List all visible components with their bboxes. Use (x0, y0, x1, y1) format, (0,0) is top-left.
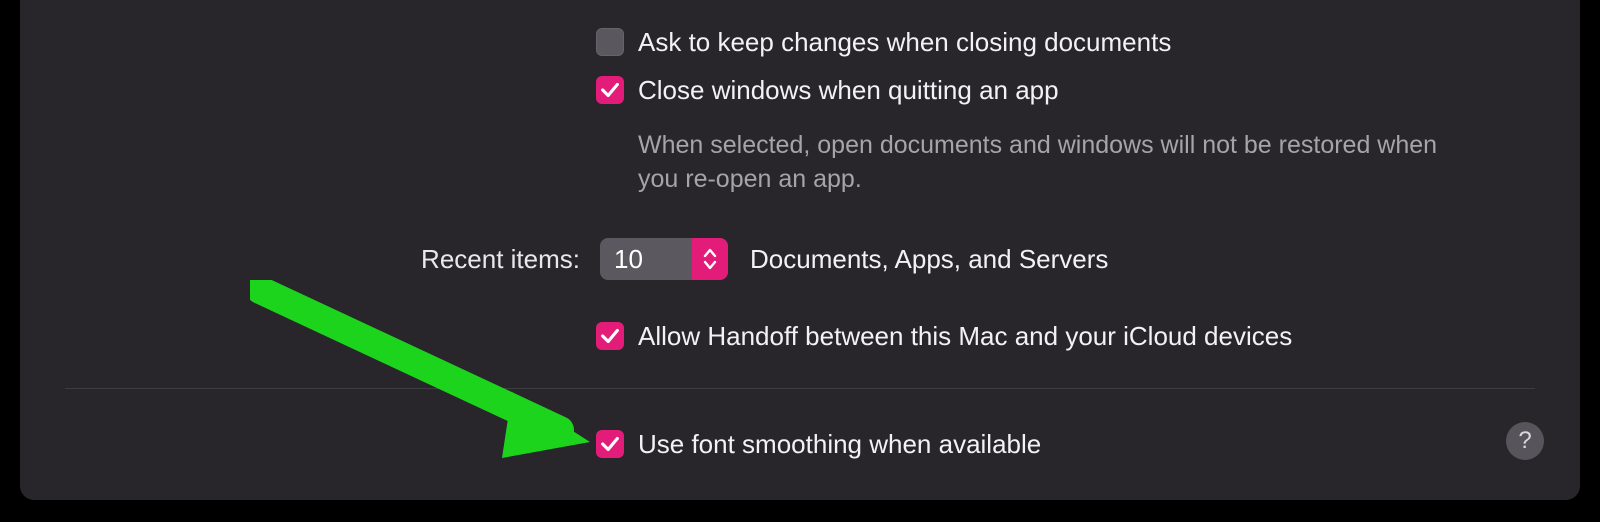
recent-items-stepper[interactable]: 10 (600, 238, 728, 280)
help-button[interactable]: ? (1506, 422, 1544, 460)
ask-keep-changes-label: Ask to keep changes when closing documen… (638, 26, 1171, 58)
font-smoothing-checkbox[interactable] (596, 430, 624, 458)
recent-items-stepper-control[interactable] (692, 238, 728, 280)
close-windows-description: When selected, open documents and window… (638, 128, 1458, 196)
recent-items-value: 10 (600, 238, 692, 280)
allow-handoff-label: Allow Handoff between this Mac and your … (638, 320, 1292, 352)
general-preferences-panel: Ask to keep changes when closing documen… (20, 0, 1580, 500)
checkmark-icon (599, 325, 621, 347)
checkmark-icon (599, 433, 621, 455)
font-smoothing-label: Use font smoothing when available (638, 428, 1041, 460)
chevron-down-icon (703, 260, 717, 270)
allow-handoff-checkbox[interactable] (596, 322, 624, 350)
recent-items-suffix: Documents, Apps, and Servers (750, 244, 1108, 275)
annotation-arrow-icon (250, 280, 610, 470)
ask-keep-changes-checkbox[interactable] (596, 28, 624, 56)
close-windows-label: Close windows when quitting an app (638, 74, 1059, 106)
checkmark-icon (599, 79, 621, 101)
recent-items-label: Recent items: (421, 244, 580, 274)
help-icon: ? (1518, 427, 1531, 455)
section-divider (65, 388, 1535, 389)
close-windows-checkbox[interactable] (596, 76, 624, 104)
chevron-up-icon (703, 248, 717, 258)
